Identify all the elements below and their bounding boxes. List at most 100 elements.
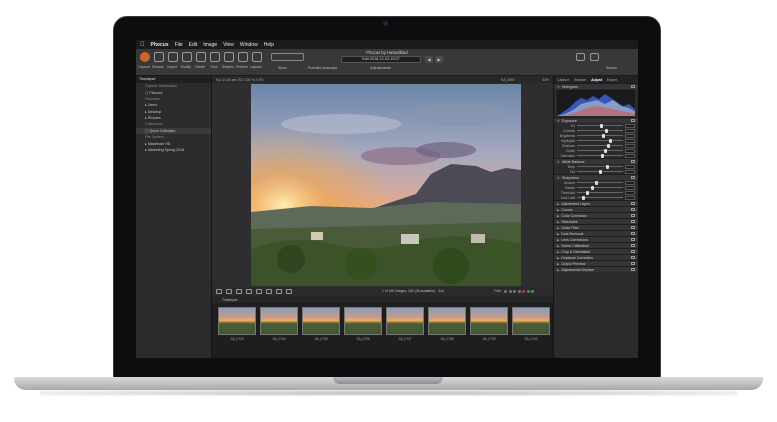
- settings-icon[interactable]: [631, 214, 635, 217]
- color-dot[interactable]: [508, 290, 512, 293]
- slider-value[interactable]: [625, 153, 635, 158]
- slider-track[interactable]: [577, 190, 623, 195]
- layouts-icon[interactable]: [252, 52, 262, 62]
- settings-icon[interactable]: [631, 202, 635, 205]
- slider-value[interactable]: [625, 169, 635, 174]
- slider-track[interactable]: [577, 123, 623, 128]
- slider-value[interactable]: [625, 128, 635, 133]
- slider-knob[interactable]: [600, 153, 604, 158]
- settings-icon[interactable]: [631, 208, 635, 211]
- settings-icon[interactable]: [631, 262, 635, 265]
- menu-image[interactable]: Image: [203, 42, 217, 48]
- crop-icon[interactable]: [246, 289, 252, 294]
- menu-edit[interactable]: Edit: [189, 42, 198, 48]
- thumbnail[interactable]: SA_0734: [260, 307, 298, 358]
- zoom-level[interactable]: 33%: [542, 78, 549, 82]
- slider-track[interactable]: [577, 164, 623, 169]
- filter-label[interactable]: Filter: [494, 289, 502, 293]
- slider-track[interactable]: [577, 180, 623, 185]
- slider-track[interactable]: [577, 143, 623, 148]
- slider-value[interactable]: [625, 138, 635, 143]
- thumbnail[interactable]: SA_0735: [302, 307, 340, 358]
- grid-view-icon[interactable]: [216, 289, 222, 294]
- settings-icon[interactable]: [631, 238, 635, 241]
- apple-icon[interactable]: : [140, 42, 145, 48]
- menu-app-name[interactable]: Phocus: [151, 42, 169, 48]
- slider-knob[interactable]: [595, 180, 599, 185]
- slider-value[interactable]: [625, 164, 635, 169]
- menu-view[interactable]: View: [223, 42, 234, 48]
- color-tag-filter[interactable]: [504, 290, 534, 293]
- slider-track[interactable]: [577, 169, 623, 174]
- search-icon[interactable]: [590, 53, 599, 61]
- view-icon[interactable]: [576, 53, 585, 61]
- prev-arrow-icon[interactable]: ◀: [425, 56, 433, 63]
- color-dot[interactable]: [531, 290, 534, 293]
- color-dot[interactable]: [526, 290, 530, 293]
- tab-capture[interactable]: Capture: [557, 78, 569, 82]
- rotate-icon[interactable]: [236, 289, 242, 294]
- pan-icon[interactable]: [266, 289, 272, 294]
- settings-icon[interactable]: [631, 220, 635, 223]
- settings-icon[interactable]: [631, 232, 635, 235]
- next-arrow-icon[interactable]: ▶: [435, 56, 443, 63]
- slider-knob[interactable]: [586, 190, 590, 195]
- thumbnail[interactable]: SA_0738: [428, 307, 466, 358]
- color-dot[interactable]: [522, 290, 525, 293]
- slider-knob[interactable]: [590, 185, 594, 190]
- browse-icon[interactable]: [154, 52, 164, 62]
- color-dot[interactable]: [517, 290, 521, 293]
- slider-value[interactable]: [625, 143, 635, 148]
- slider-value[interactable]: [625, 148, 635, 153]
- settings-icon[interactable]: [631, 85, 635, 88]
- slider-knob[interactable]: [599, 169, 603, 174]
- sidebar-header[interactable]: Timelapse: [136, 76, 211, 83]
- color-dot[interactable]: [504, 290, 507, 293]
- show-toggle[interactable]: [271, 53, 304, 61]
- tab-adjust[interactable]: Adjust: [591, 78, 602, 82]
- menu-help[interactable]: Help: [264, 42, 274, 48]
- thumbnail[interactable]: SA_0739: [470, 307, 508, 358]
- thumbnail[interactable]: SA_0737: [386, 307, 424, 358]
- edit-version-field[interactable]: Edit 2018-12-03 19:07: [341, 56, 421, 63]
- slider-value[interactable]: [625, 195, 635, 200]
- capture-icon[interactable]: [140, 52, 150, 62]
- slider-track[interactable]: [577, 195, 623, 200]
- slider-knob[interactable]: [604, 128, 608, 133]
- modify-icon[interactable]: [182, 52, 192, 62]
- settings-icon[interactable]: [631, 176, 635, 179]
- image-viewer[interactable]: [251, 84, 521, 286]
- slider-track[interactable]: [577, 138, 623, 143]
- import-icon[interactable]: [168, 52, 178, 62]
- slider-track[interactable]: [577, 153, 623, 158]
- slider-knob[interactable]: [600, 123, 603, 128]
- slider-value[interactable]: [625, 190, 635, 195]
- single-view-icon[interactable]: [226, 289, 232, 294]
- menu-file[interactable]: File: [175, 42, 183, 48]
- filmstrip-header[interactable]: Timelapse: [212, 296, 553, 303]
- slider-knob[interactable]: [609, 138, 613, 143]
- settings-icon[interactable]: [631, 250, 635, 253]
- color-dot[interactable]: [513, 290, 516, 293]
- slider-knob[interactable]: [603, 148, 607, 153]
- slider-track[interactable]: [577, 128, 623, 133]
- settings-icon[interactable]: [631, 119, 635, 122]
- slideshow-icon[interactable]: [224, 52, 234, 62]
- slider-track[interactable]: [577, 185, 623, 190]
- brush-icon[interactable]: [256, 289, 262, 294]
- print-icon[interactable]: [210, 52, 220, 62]
- sidebar-item[interactable]: ▸ Marketing Spring 2018: [136, 147, 211, 153]
- histogram-section[interactable]: ▼ Histogram: [554, 83, 638, 89]
- delete-icon[interactable]: [196, 52, 206, 62]
- sort-label[interactable]: Sort: [438, 289, 444, 293]
- slider-knob[interactable]: [602, 133, 606, 138]
- slider-knob[interactable]: [581, 195, 585, 200]
- slider-value[interactable]: [625, 180, 635, 185]
- settings-icon[interactable]: [631, 160, 635, 163]
- thumbnail[interactable]: SA_0736: [344, 307, 382, 358]
- menu-window[interactable]: Window: [240, 42, 258, 48]
- zoom-tool-icon[interactable]: [276, 289, 282, 294]
- slider-knob[interactable]: [606, 143, 610, 148]
- settings-icon[interactable]: [631, 244, 635, 247]
- tab-browse[interactable]: Browse: [574, 78, 586, 82]
